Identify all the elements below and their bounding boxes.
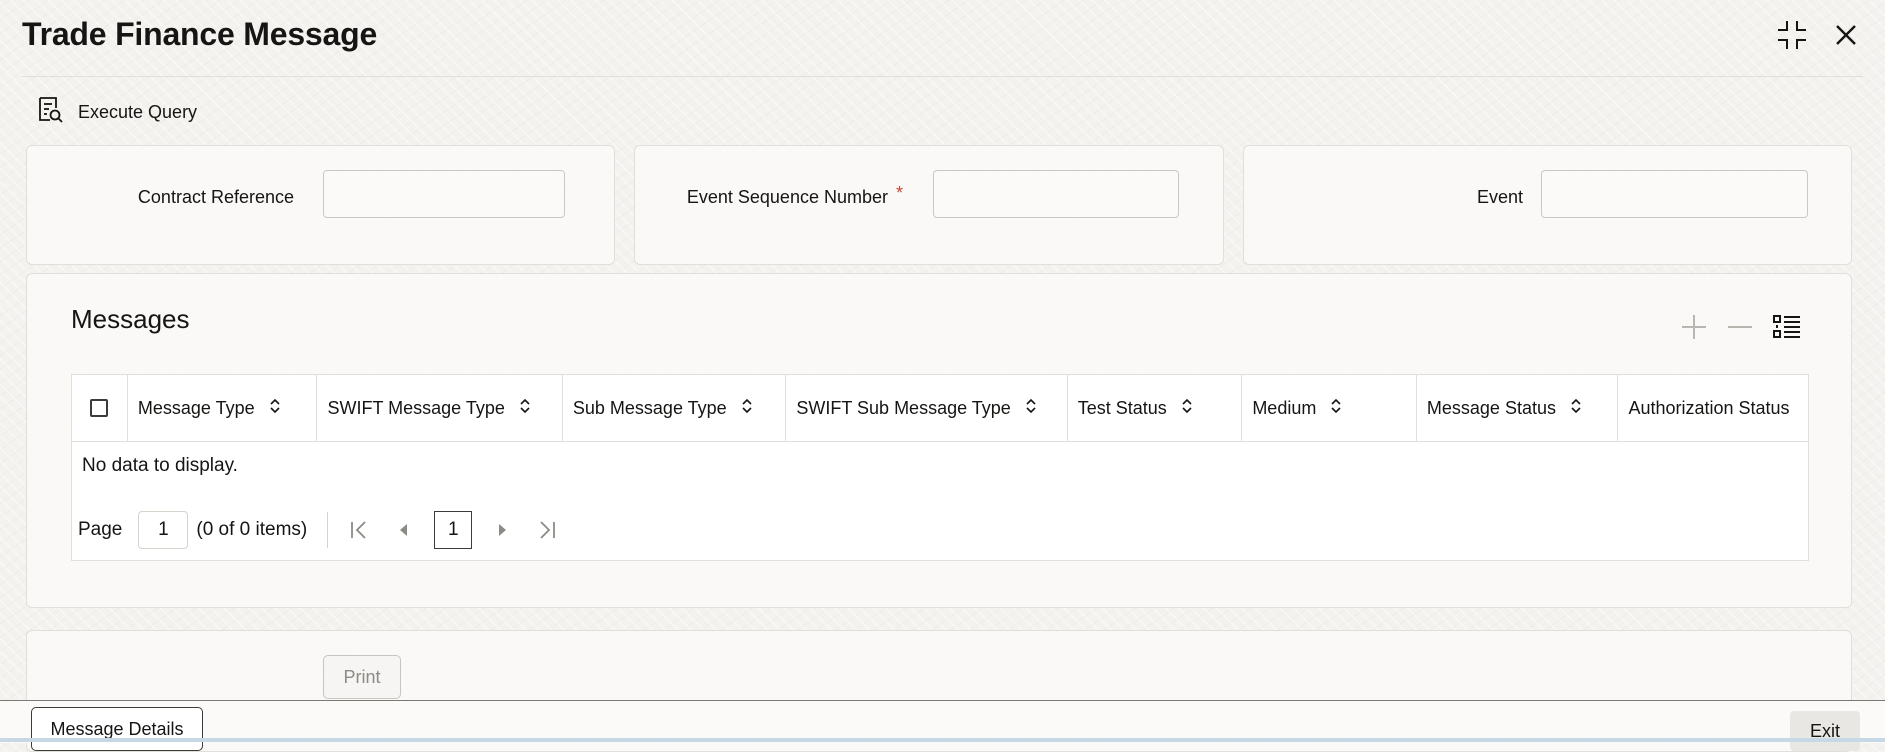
event-label: Event bbox=[1476, 187, 1523, 207]
column-header-authorization-status[interactable]: Authorization Status bbox=[1618, 375, 1808, 441]
next-page-icon[interactable] bbox=[484, 511, 522, 549]
column-header-medium[interactable]: Medium bbox=[1242, 375, 1417, 441]
sort-icon bbox=[1025, 398, 1037, 419]
delete-row-icon[interactable] bbox=[1727, 314, 1753, 345]
item-count: (0 of 0 items) bbox=[196, 519, 308, 540]
add-row-icon[interactable] bbox=[1681, 314, 1707, 345]
select-all-checkbox[interactable] bbox=[90, 399, 108, 417]
event-panel: Event bbox=[1243, 145, 1852, 265]
messages-table: Message Type SWIFT Message Type Sub Mess… bbox=[71, 374, 1809, 561]
window-controls bbox=[1777, 20, 1857, 55]
no-data-message: No data to display. bbox=[82, 455, 238, 476]
event-input[interactable] bbox=[1541, 170, 1808, 218]
column-header-message-type[interactable]: Message Type bbox=[128, 375, 318, 441]
column-header-swift-sub-message-type[interactable]: SWIFT Sub Message Type bbox=[786, 375, 1068, 441]
column-header-sub-message-type[interactable]: Sub Message Type bbox=[563, 375, 787, 441]
grid-toolbar bbox=[1681, 314, 1801, 345]
sort-icon bbox=[1181, 398, 1193, 419]
select-all-cell bbox=[72, 375, 128, 441]
contract-reference-input[interactable] bbox=[323, 170, 565, 218]
exit-button[interactable]: Exit bbox=[1790, 711, 1860, 751]
contract-reference-label: Contract Reference bbox=[137, 187, 294, 207]
column-header-test-status[interactable]: Test Status bbox=[1068, 375, 1243, 441]
sort-icon bbox=[519, 398, 531, 419]
first-page-icon[interactable] bbox=[340, 511, 378, 549]
event-sequence-panel: Event Sequence Number * bbox=[634, 145, 1224, 265]
table-header: Message Type SWIFT Message Type Sub Mess… bbox=[72, 375, 1808, 442]
execute-query-button[interactable]: Execute Query bbox=[36, 96, 197, 129]
print-button[interactable]: Print bbox=[323, 655, 401, 699]
sort-icon bbox=[1570, 398, 1582, 419]
sort-icon bbox=[741, 398, 753, 419]
close-icon[interactable] bbox=[1835, 24, 1857, 51]
contract-reference-panel: Contract Reference bbox=[26, 145, 615, 265]
page-number-input[interactable]: 1 bbox=[138, 511, 189, 549]
column-header-swift-message-type[interactable]: SWIFT Message Type bbox=[317, 375, 563, 441]
messages-panel: Messages Message Type SWIFT Message Type bbox=[26, 273, 1852, 608]
collapse-icon[interactable] bbox=[1777, 20, 1807, 55]
required-marker: * bbox=[895, 183, 903, 203]
pagination: Page 1 (0 of 0 items) 1 bbox=[78, 511, 572, 549]
header-divider bbox=[22, 76, 1863, 77]
last-page-icon[interactable] bbox=[528, 511, 566, 549]
event-sequence-number-label: Event Sequence Number * bbox=[686, 183, 903, 207]
current-page-button[interactable]: 1 bbox=[434, 511, 473, 549]
column-list-icon[interactable] bbox=[1773, 314, 1801, 345]
footer-bar: Message Details Exit bbox=[0, 700, 1885, 751]
bottom-accent-strip bbox=[0, 738, 1885, 742]
page-label: Page bbox=[78, 519, 123, 540]
messages-title: Messages bbox=[71, 304, 190, 334]
page-title: Trade Finance Message bbox=[22, 16, 378, 52]
sort-icon bbox=[269, 398, 281, 419]
query-document-icon bbox=[36, 96, 64, 129]
execute-query-label: Execute Query bbox=[78, 102, 198, 122]
event-sequence-number-input[interactable] bbox=[933, 170, 1179, 218]
sort-icon bbox=[1330, 398, 1342, 419]
pager-divider bbox=[327, 512, 329, 548]
column-header-message-status[interactable]: Message Status bbox=[1417, 375, 1619, 441]
message-details-button[interactable]: Message Details bbox=[31, 707, 203, 751]
previous-page-icon[interactable] bbox=[384, 511, 422, 549]
